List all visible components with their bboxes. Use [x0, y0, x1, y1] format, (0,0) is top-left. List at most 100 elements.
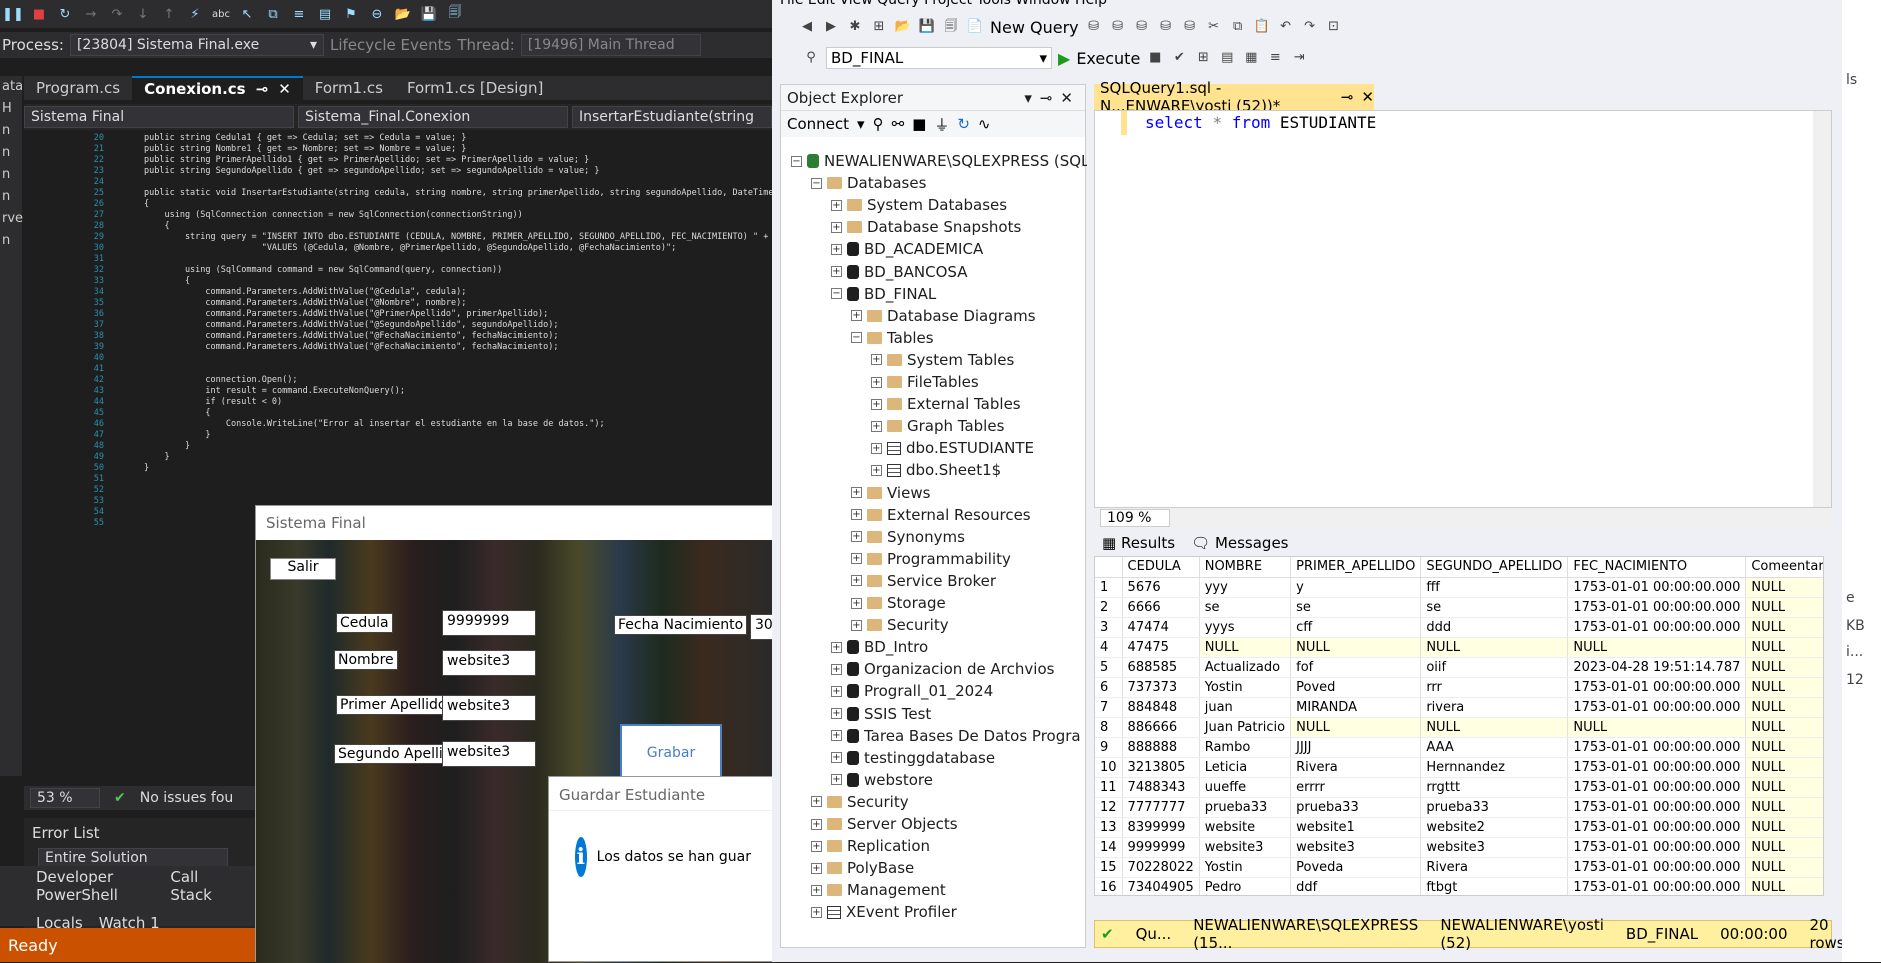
tree-node[interactable]: + XEvent Profiler [811, 901, 957, 923]
table-cell[interactable]: Actualizado [1199, 657, 1292, 678]
tree-node[interactable]: + Security [811, 791, 909, 813]
table-row[interactable]: 11 7488343 uueffe errrr rrgttt 1753-01-01 00:… [1095, 777, 1823, 798]
close-icon[interactable]: ✕ [1060, 89, 1081, 107]
expand-icon[interactable]: + [831, 243, 842, 255]
expand-icon[interactable]: + [851, 531, 862, 543]
table-cell[interactable]: prueba33 [1420, 797, 1569, 818]
column-header[interactable]: CEDULA [1122, 557, 1200, 578]
tree-node[interactable]: + dbo.Sheet1$ [871, 459, 1001, 481]
tree-node[interactable]: + Management [811, 879, 946, 901]
row-number[interactable]: 4 [1095, 637, 1123, 658]
dock-item[interactable]: ata [0, 76, 23, 98]
table-cell[interactable]: 7488343 [1122, 777, 1200, 798]
table-cell[interactable]: NULL [1420, 717, 1569, 738]
row-number[interactable]: 14 [1095, 837, 1123, 858]
table-row[interactable]: 2 6666 se se se 1753-01-01 00:00:00.000 NULL [1095, 597, 1823, 618]
expand-icon[interactable]: + [871, 464, 882, 476]
table-cell[interactable]: NULL [1567, 637, 1747, 658]
dock-item[interactable]: n [0, 186, 22, 208]
table-cell[interactable]: Yostin [1199, 677, 1292, 698]
table-row[interactable]: 15 70228022 Yostin Poveda Rivera 1753-01-01 0… [1095, 857, 1823, 878]
table-cell[interactable]: y [1290, 577, 1422, 598]
tree-node[interactable]: + Database Snapshots [831, 216, 1021, 238]
row-number[interactable]: 11 [1095, 777, 1123, 798]
db-engine-query-icon[interactable]: ⛁ [1085, 18, 1103, 36]
table-cell[interactable]: NULL [1745, 857, 1823, 878]
table-cell[interactable]: ddf [1290, 877, 1422, 895]
table-cell[interactable]: 1753-01-01 00:00:00.000 [1567, 697, 1747, 718]
save-icon[interactable]: 💾 [420, 5, 438, 23]
tab-program[interactable]: Program.cs [24, 76, 132, 100]
row-number[interactable]: 16 [1095, 877, 1123, 895]
pin-icon[interactable]: ⊸ [1341, 88, 1354, 106]
project-dropdown[interactable]: Sistema Final [24, 106, 294, 128]
table-cell[interactable]: Poveda [1290, 857, 1422, 878]
table-row[interactable]: 4 47475 NULL NULL NULL NULL NULL [1095, 637, 1823, 658]
table-cell[interactable]: uueffe [1199, 777, 1292, 798]
expand-icon[interactable]: + [811, 796, 822, 808]
tree-node[interactable]: + dbo.ESTUDIANTE [871, 437, 1034, 459]
table-cell[interactable]: Poved [1290, 677, 1422, 698]
tree-node[interactable]: + BD_BANCOSA [831, 261, 967, 283]
table-cell[interactable]: NULL [1745, 617, 1823, 638]
table-cell[interactable]: website3 [1199, 837, 1292, 858]
tab-messages[interactable]: 🗨 Messages [1191, 534, 1288, 552]
row-number[interactable]: 1 [1095, 577, 1123, 598]
collapse-icon[interactable]: − [851, 332, 862, 344]
table-cell[interactable]: 47474 [1122, 617, 1200, 638]
expand-icon[interactable]: + [831, 641, 842, 653]
nav-back-icon[interactable]: ⊖ [368, 5, 386, 23]
hot-reload-icon[interactable]: ⚡ [186, 5, 204, 23]
cedula-input[interactable]: 9999999 [442, 610, 536, 636]
tree-node[interactable]: − Tables [851, 327, 934, 349]
table-cell[interactable]: 8399999 [1122, 817, 1200, 838]
expand-icon[interactable]: + [851, 553, 862, 565]
expand-icon[interactable]: + [831, 752, 842, 764]
tree-node[interactable]: + BD_ACADEMICA [831, 238, 983, 260]
dock-item[interactable]: n [0, 120, 22, 142]
row-number[interactable]: 2 [1095, 597, 1123, 618]
table-cell[interactable]: 1753-01-01 00:00:00.000 [1567, 777, 1747, 798]
stop-icon[interactable]: ■ [912, 115, 926, 133]
process-dropdown[interactable]: [23804] Sistema Final.exe ▾ [69, 34, 324, 56]
expand-icon[interactable]: + [851, 509, 862, 521]
table-cell[interactable]: website2 [1420, 817, 1569, 838]
tree-node[interactable]: + System Databases [831, 194, 1007, 216]
table-cell[interactable]: NULL [1745, 597, 1823, 618]
table-cell[interactable]: Yostin [1199, 857, 1292, 878]
table-cell[interactable]: website3 [1420, 837, 1569, 858]
table-cell[interactable]: 1753-01-01 00:00:00.000 [1567, 737, 1747, 758]
indent-icon[interactable]: ⇥ [1290, 49, 1308, 67]
class-dropdown[interactable]: Sistema_Final.Conexion [298, 106, 568, 128]
query-tab[interactable]: SQLQuery1.sql - N...ENWARE\yosti (52))* … [1094, 79, 1374, 115]
table-row[interactable]: 9 888888 Rambo JJJJ AAA 1753-01-01 00:00:00.0… [1095, 737, 1823, 758]
table-row[interactable]: 7 884848 juan MIRANDA rivera 1753-01-01 00:00… [1095, 697, 1823, 718]
table-cell[interactable]: NULL [1745, 877, 1823, 895]
expand-icon[interactable]: + [811, 862, 822, 874]
thread-dropdown[interactable]: [19496] Main Thread [520, 34, 701, 56]
tree-node[interactable]: + Synonyms [851, 526, 965, 548]
table-cell[interactable]: 6666 [1122, 597, 1200, 618]
stop-icon[interactable]: ■ [1146, 49, 1164, 67]
folder-open-icon[interactable]: 📂 [394, 5, 412, 23]
redo-icon[interactable]: ↷ [1301, 18, 1319, 36]
tree-node[interactable]: + SSIS Test [831, 703, 931, 725]
connect-button[interactable]: Connect [787, 115, 849, 133]
dax-icon[interactable]: ⛁ [1181, 18, 1199, 36]
restart-icon[interactable]: ↻ [56, 5, 74, 23]
table-cell[interactable]: 888888 [1122, 737, 1200, 758]
tab-form1[interactable]: Form1.cs [303, 76, 395, 100]
close-icon[interactable]: ✕ [278, 80, 291, 98]
zoom-dropdown[interactable]: 109 % [1100, 509, 1170, 527]
table-cell[interactable]: Hernnandez [1420, 757, 1569, 778]
table-cell[interactable]: 1753-01-01 00:00:00.000 [1567, 877, 1747, 895]
table-row[interactable]: 16 73404905 Pedro ddf ftbgt 1753-01-01 00:00:… [1095, 877, 1823, 895]
collapse-icon[interactable]: − [831, 288, 842, 300]
table-cell[interactable]: Leticia [1199, 757, 1292, 778]
expand-icon[interactable]: + [851, 619, 862, 631]
parse-icon[interactable]: ✔ [1170, 49, 1188, 67]
table-cell[interactable]: se [1420, 597, 1569, 618]
table-cell[interactable]: NULL [1745, 737, 1823, 758]
collapse-icon[interactable]: − [791, 155, 802, 167]
step-over-icon[interactable]: ↷ [108, 5, 126, 23]
